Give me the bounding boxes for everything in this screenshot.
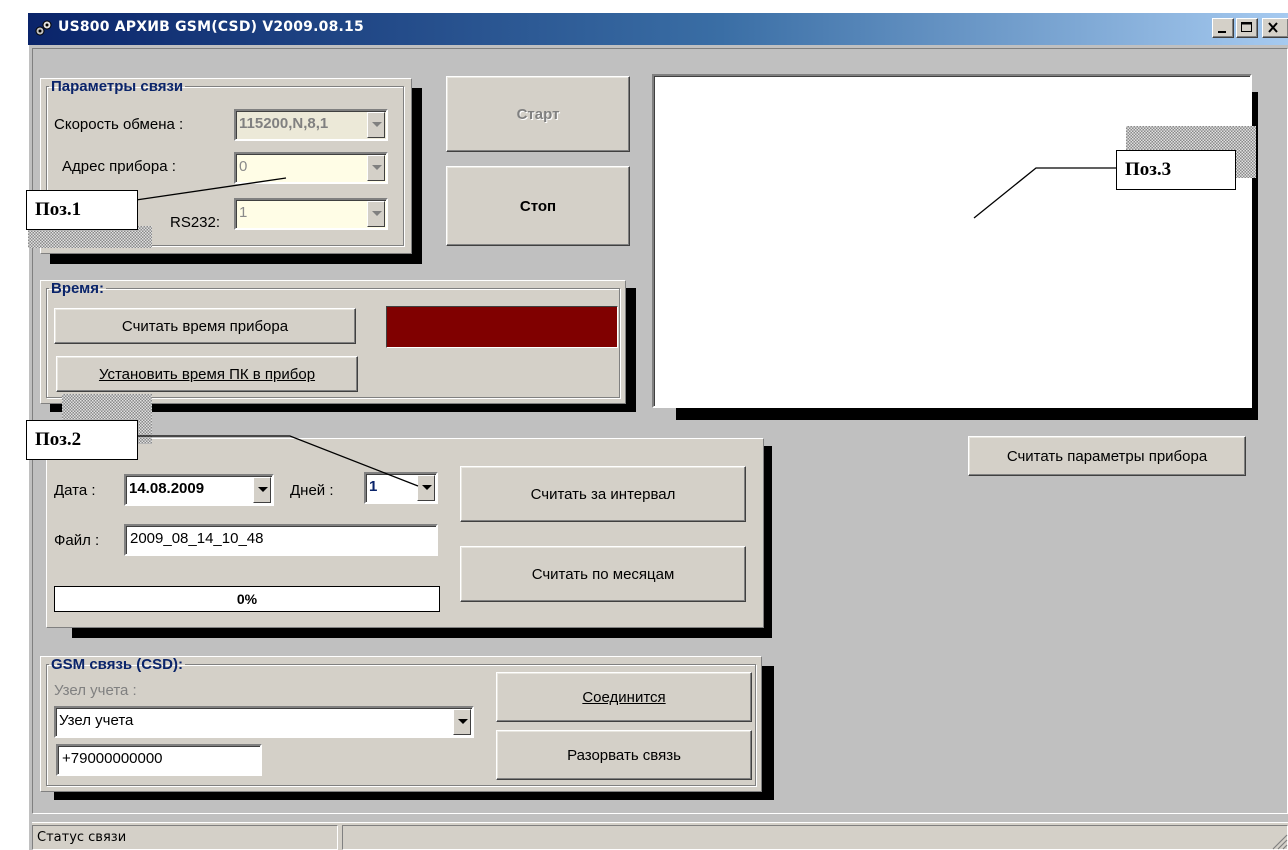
annotation-pos2: Поз.2	[26, 420, 138, 460]
annotation-pos1: Поз.1	[26, 190, 138, 230]
status-pane: Статус связи	[32, 825, 338, 850]
annotation-leader-lines	[135, 167, 1116, 487]
status-text: Статус связи	[37, 830, 127, 845]
status-pane-secondary	[342, 825, 1288, 850]
annotation-pos3: Поз.3	[1116, 150, 1236, 190]
resize-grip-icon[interactable]	[1268, 830, 1288, 850]
